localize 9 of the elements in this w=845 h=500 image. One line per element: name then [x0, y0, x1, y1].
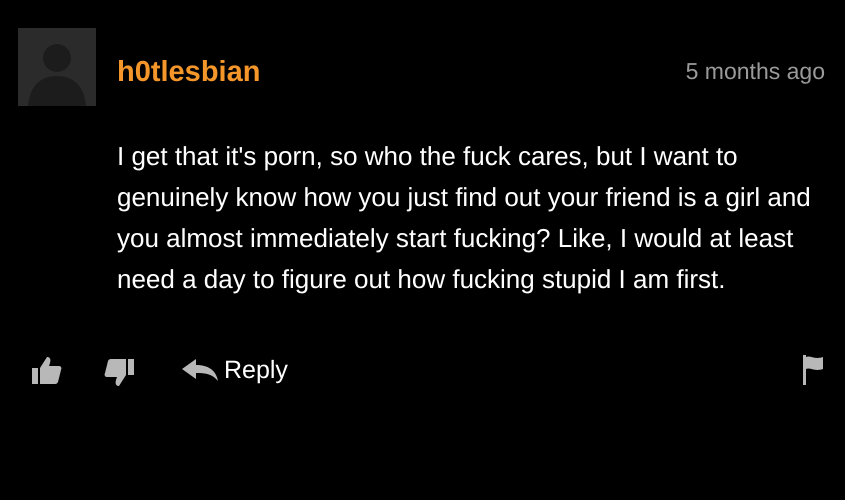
reply-button[interactable]: Reply	[182, 356, 288, 384]
avatar-icon	[18, 28, 96, 106]
username[interactable]: h0tlesbian	[117, 56, 260, 89]
comment-text: I get that it's porn, so who the fuck cares, but I want to genuinely know how you just find out your friend is a girl and you almost immediately start fucking? Like, I would at least need a day to figure out how fucking stupid I am first.	[117, 140, 812, 296]
timestamp: 5 months ago	[686, 58, 825, 85]
reply-arrow-icon	[182, 359, 218, 381]
flag-icon[interactable]	[801, 355, 825, 385]
thumbs-down-icon[interactable]	[104, 358, 136, 388]
thumbs-up-icon[interactable]	[30, 355, 62, 385]
